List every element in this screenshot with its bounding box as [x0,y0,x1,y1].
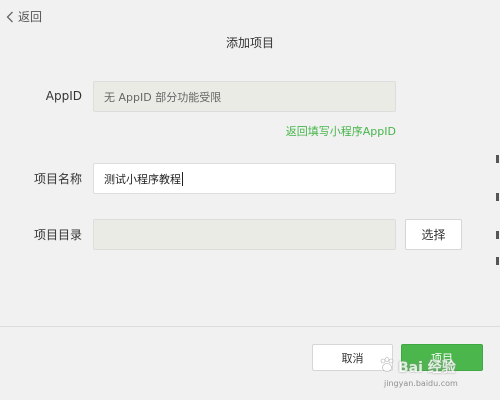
appid-value: 无 AppID 部分功能受限 [104,90,222,104]
appid-label: AppID [45,89,82,103]
page-title: 添加项目 [225,36,274,50]
back-label: 返回 [18,10,43,24]
project-name-input[interactable]: 测试小程序教程 [93,163,396,194]
chevron-left-icon [6,11,14,23]
project-dir-label: 项目目录 [33,228,82,242]
add-project-button[interactable]: 项目 [401,344,483,371]
choose-directory-button[interactable]: 选择 [405,219,462,250]
project-name-value: 测试小程序教程 [104,172,181,186]
text-caret [182,171,183,186]
project-dir-field[interactable] [93,219,396,250]
window-edge-marks [496,155,500,265]
top-bar: 返回 [0,0,500,34]
cancel-button[interactable]: 取消 [312,344,393,371]
footer-divider [0,326,500,327]
fill-appid-link[interactable]: 返回填写小程序AppID [286,123,396,139]
project-name-label: 项目名称 [33,172,82,186]
appid-field: 无 AppID 部分功能受限 [93,81,396,112]
back-button[interactable]: 返回 [6,8,42,25]
watermark-url: jingyan.baidu.com [384,379,458,388]
